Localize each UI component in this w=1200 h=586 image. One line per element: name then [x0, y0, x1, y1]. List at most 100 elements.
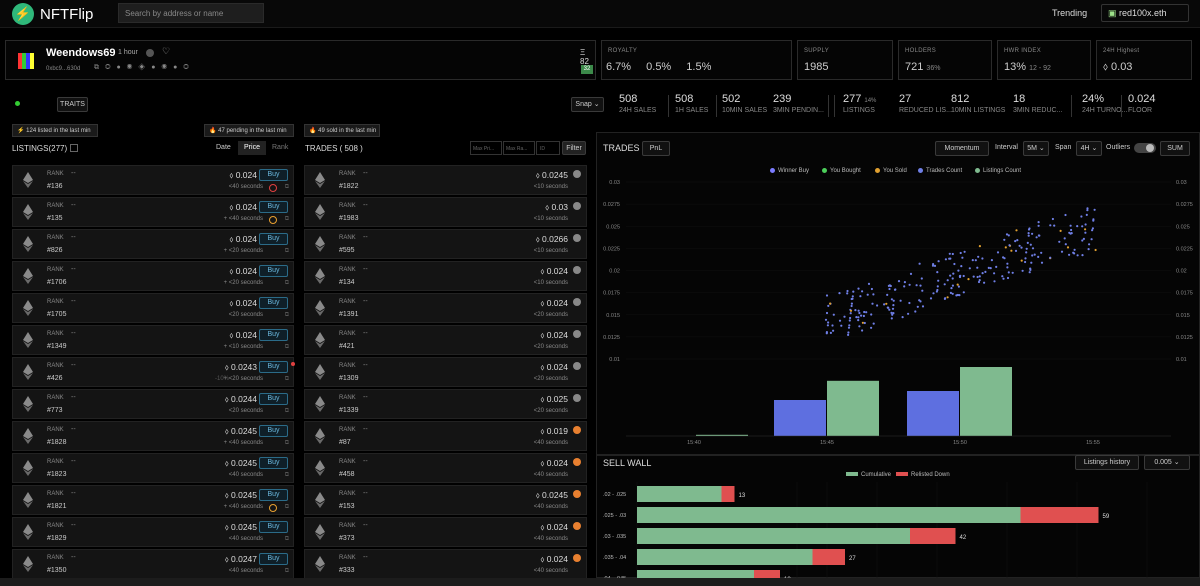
- trade-row[interactable]: RANK -- #373 ⬨ 0.024 <40 seconds: [304, 517, 587, 547]
- external-link-icon[interactable]: ⧉: [285, 568, 289, 575]
- token-id[interactable]: #1350: [47, 567, 66, 574]
- snap-dropdown[interactable]: Snap ⌄: [571, 97, 604, 112]
- token-id[interactable]: #773: [47, 407, 63, 414]
- collection-address[interactable]: 0xbc9...630d: [46, 66, 80, 72]
- token-id[interactable]: #1829: [47, 535, 66, 542]
- cumulative-bar[interactable]: [637, 507, 1021, 523]
- trade-row[interactable]: RANK -- #421 ⬨ 0.024 <20 seconds: [304, 325, 587, 355]
- relisted-down-bar[interactable]: [812, 549, 846, 565]
- search-input[interactable]: Search by address or name: [118, 3, 264, 23]
- sum-button[interactable]: SUM: [1160, 141, 1190, 156]
- trade-row[interactable]: RANK -- #1822 ⬨ 0.0245 <10 seconds: [304, 165, 587, 195]
- marketplace-icon[interactable]: [573, 554, 581, 562]
- listing-row[interactable]: RANK -- #1821 ⬨ 0.0245 + <40 seconds Buy ⧉: [12, 485, 294, 515]
- momentum-button[interactable]: Momentum: [935, 141, 989, 156]
- collection-avatar[interactable]: [18, 53, 34, 69]
- buy-button[interactable]: Buy: [259, 265, 288, 277]
- listing-row[interactable]: RANK -- #826 ⬨ 0.024 + <20 seconds Buy ⧉: [12, 229, 294, 259]
- buy-button[interactable]: Buy: [259, 329, 288, 341]
- token-id[interactable]: #1983: [339, 215, 358, 222]
- marketplace-icon[interactable]: [573, 234, 581, 242]
- trade-row[interactable]: RANK -- #1391 ⬨ 0.024 <20 seconds: [304, 293, 587, 323]
- token-id[interactable]: #136: [47, 183, 63, 190]
- marketplace-icon[interactable]: [573, 266, 581, 274]
- marketplace-icon[interactable]: [573, 490, 581, 498]
- tab-rank[interactable]: Rank: [272, 144, 288, 151]
- external-link-icon[interactable]: ⧉: [285, 376, 289, 383]
- external-link-icon[interactable]: ⧉: [285, 312, 289, 319]
- token-id[interactable]: #1706: [47, 279, 66, 286]
- trade-row[interactable]: RANK -- #153 ⬨ 0.0245 <40 seconds: [304, 485, 587, 515]
- buy-button[interactable]: Buy: [259, 553, 288, 565]
- marketplace-icon[interactable]: [573, 362, 581, 370]
- token-id[interactable]: #1821: [47, 503, 66, 510]
- listing-row[interactable]: RANK -- #1828 ⬨ 0.0245 + <40 seconds Buy ⧉: [12, 421, 294, 451]
- sell-wall-chart[interactable]: .02 - .025 13 .025 - .03 59 .03 - .035 42 .035…: [596, 482, 1200, 578]
- external-link-icon[interactable]: ⧉: [285, 280, 289, 287]
- token-id[interactable]: #458: [339, 471, 355, 478]
- trade-row[interactable]: RANK -- #1339 ⬨ 0.025 <20 seconds: [304, 389, 587, 419]
- marketplace-icon[interactable]: [573, 170, 581, 178]
- trade-row[interactable]: RANK -- #333 ⬨ 0.024 <40 seconds: [304, 549, 587, 579]
- cumulative-bar[interactable]: [637, 486, 722, 502]
- marketplace-icon[interactable]: [573, 298, 581, 306]
- marketplace-icon[interactable]: [573, 394, 581, 402]
- trade-row[interactable]: RANK -- #87 ⬨ 0.019 <40 seconds: [304, 421, 587, 451]
- marketplace-icon[interactable]: [573, 522, 581, 530]
- marketplace-icon[interactable]: [573, 202, 581, 210]
- interval-dropdown[interactable]: 5M ⌄: [1023, 141, 1049, 156]
- listing-row[interactable]: RANK -- #1823 ⬨ 0.0245 <40 seconds Buy ⧉: [12, 453, 294, 483]
- listing-row[interactable]: RANK -- #1349 ⬨ 0.024 + <10 seconds Buy ⧉: [12, 325, 294, 355]
- relisted-down-bar[interactable]: [910, 528, 956, 544]
- token-id[interactable]: #87: [339, 439, 351, 446]
- trade-row[interactable]: RANK -- #134 ⬨ 0.024 <10 seconds: [304, 261, 587, 291]
- listing-row[interactable]: RANK -- #426 ⬨ 0.0243 + <20 seconds Buy -10% ⧉: [12, 357, 295, 387]
- logo-icon[interactable]: ⚡: [12, 3, 34, 25]
- buy-button[interactable]: Buy: [259, 361, 288, 373]
- buy-button[interactable]: Buy: [259, 201, 288, 213]
- heart-icon[interactable]: ♡: [162, 46, 170, 57]
- holders-card[interactable]: HOLDERS 721 36%: [898, 40, 992, 80]
- external-link-icon[interactable]: ⧉: [285, 504, 289, 511]
- traits-button[interactable]: TRAITS: [57, 97, 88, 112]
- info-icon[interactable]: [146, 49, 154, 57]
- social-icons[interactable]: ⧉◎●◉◈●◉●◎: [94, 64, 195, 72]
- listing-row[interactable]: RANK -- #773 ⬨ 0.0244 <20 seconds Buy ⧉: [12, 389, 294, 419]
- marketplace-icon[interactable]: [573, 426, 581, 434]
- buy-button[interactable]: Buy: [259, 457, 288, 469]
- buy-button[interactable]: Buy: [259, 393, 288, 405]
- external-link-icon[interactable]: ⧉: [285, 440, 289, 447]
- external-link-icon[interactable]: ⧉: [285, 344, 289, 351]
- token-id[interactable]: #1828: [47, 439, 66, 446]
- token-id[interactable]: #1822: [339, 183, 358, 190]
- trade-row[interactable]: RANK -- #1309 ⬨ 0.024 <20 seconds: [304, 357, 587, 387]
- cumulative-bar[interactable]: [637, 549, 813, 565]
- max-rank-input[interactable]: Max Ra...: [503, 141, 535, 155]
- token-id[interactable]: #826: [47, 247, 63, 254]
- token-id[interactable]: #1349: [47, 343, 66, 350]
- wallet-button[interactable]: ▣ red100x.eth: [1101, 4, 1189, 22]
- token-id[interactable]: #333: [339, 567, 355, 574]
- tab-date[interactable]: Date: [216, 144, 231, 151]
- listings-history-button[interactable]: Listings history: [1075, 455, 1139, 470]
- trades-chart[interactable]: 0.03 0.03 0.0275 0.0275 0.025 0.025 0.0225 0.02…: [596, 176, 1200, 454]
- buy-button[interactable]: Buy: [259, 233, 288, 245]
- listing-row[interactable]: RANK -- #1350 ⬨ 0.0247 <40 seconds Buy ⧉: [12, 549, 294, 579]
- cumulative-bar[interactable]: [637, 570, 754, 578]
- token-id[interactable]: #1705: [47, 311, 66, 318]
- collection-name[interactable]: Weendows69: [46, 47, 116, 59]
- relisted-down-bar[interactable]: [1020, 507, 1099, 523]
- cumulative-bar[interactable]: [637, 528, 910, 544]
- listing-row[interactable]: RANK -- #1706 ⬨ 0.024 + <20 seconds Buy ⧉: [12, 261, 294, 291]
- buy-button[interactable]: Buy: [259, 521, 288, 533]
- tab-price[interactable]: Price: [238, 141, 266, 155]
- token-id[interactable]: #1339: [339, 407, 358, 414]
- brand-name[interactable]: NFTFlip: [40, 6, 93, 23]
- listing-row[interactable]: RANK -- #135 ⬨ 0.024 + <40 seconds Buy ⧉: [12, 197, 294, 227]
- marketplace-icon[interactable]: [573, 330, 581, 338]
- token-id[interactable]: #1309: [339, 375, 358, 382]
- outliers-toggle[interactable]: [1134, 143, 1156, 153]
- pnl-button[interactable]: PnL: [642, 141, 670, 156]
- filter-button[interactable]: Filter: [562, 141, 586, 155]
- step-dropdown[interactable]: 0.005 ⌄: [1144, 455, 1190, 470]
